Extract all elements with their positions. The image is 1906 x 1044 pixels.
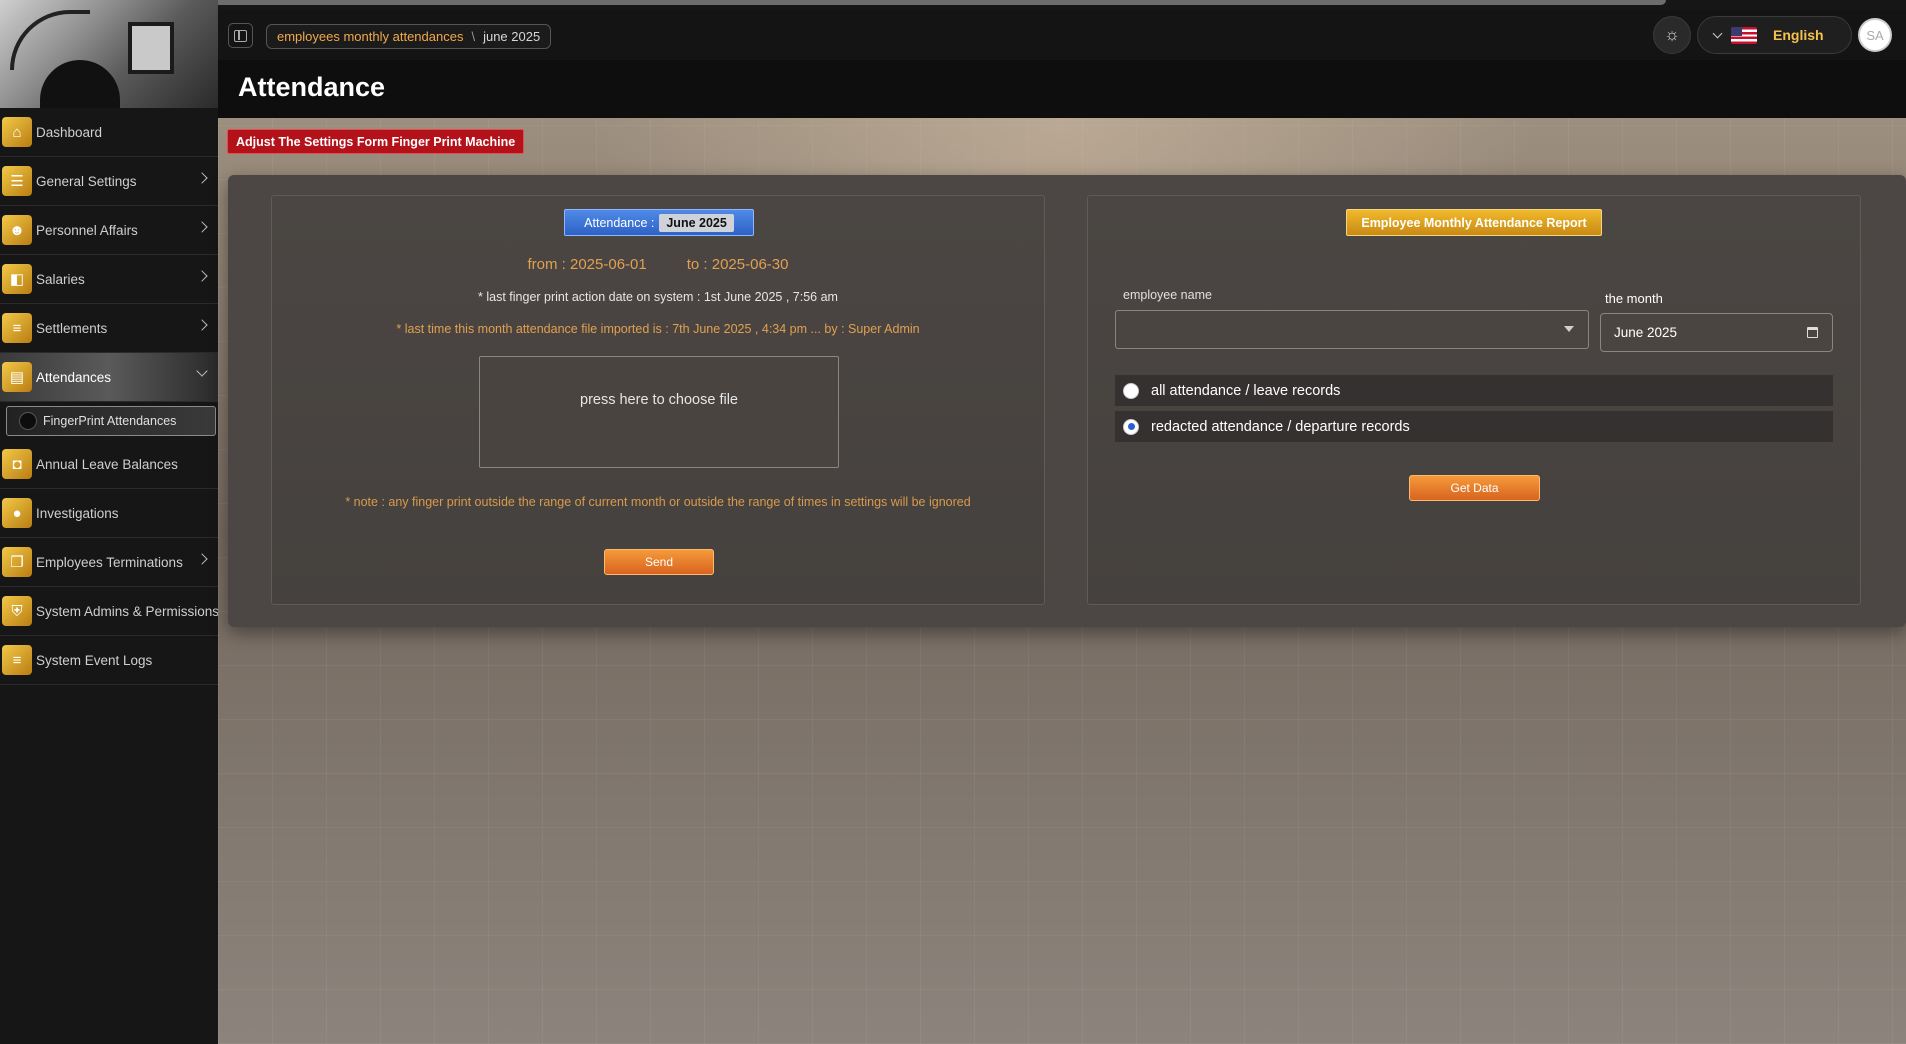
list-icon: ≡ bbox=[2, 645, 32, 675]
page-title: Attendance bbox=[238, 72, 386, 102]
radio-button[interactable] bbox=[1123, 382, 1139, 399]
last-action-info: * last finger print action date on syste… bbox=[478, 290, 838, 304]
breadcrumb: employees monthly attendances \ june 202… bbox=[266, 24, 552, 49]
topbar-actions: ☼ English SA bbox=[1653, 16, 1892, 54]
breadcrumb-separator: \ bbox=[471, 29, 476, 44]
radio-label: all attendance / leave records bbox=[1151, 382, 1341, 399]
employee-name-select[interactable] bbox=[1115, 310, 1589, 349]
sidebar-nav: ⌂ Dashboard ☰ General Settings ☻ Personn… bbox=[0, 108, 220, 685]
sidebar-item-label: Attendances bbox=[36, 369, 112, 385]
chevron-right-icon bbox=[196, 270, 208, 282]
sidebar-item-system-event-logs[interactable]: ≡ System Event Logs bbox=[0, 636, 218, 685]
chevron-down-icon bbox=[196, 365, 208, 377]
sidebar-item-general-settings[interactable]: ☰ General Settings bbox=[0, 157, 218, 206]
home-icon: ⌂ bbox=[2, 117, 32, 147]
sidebar-item-personnel-affairs[interactable]: ☻ Personnel Affairs bbox=[0, 206, 218, 255]
attendance-month-badge: Attendance : June 2025 bbox=[564, 209, 754, 236]
chevron-right-icon bbox=[196, 221, 208, 233]
sidebar-item-dashboard[interactable]: ⌂ Dashboard bbox=[0, 108, 218, 157]
copy-icon: ❐ bbox=[2, 547, 32, 577]
attendance-badge-month: June 2025 bbox=[659, 213, 734, 232]
sidebar-item-label: Personnel Affairs bbox=[36, 222, 138, 238]
sidebar-item-employees-terminations[interactable]: ❐ Employees Terminations bbox=[0, 538, 218, 587]
caret-down-icon bbox=[1564, 326, 1574, 332]
language-label: English bbox=[1773, 27, 1824, 43]
bag-icon: ◘ bbox=[2, 449, 32, 479]
attendance-badge-label: Attendance : bbox=[584, 215, 655, 230]
sidebar-subitem-label: FingerPrint Attendances bbox=[43, 414, 177, 428]
report-title-badge: Employee Monthly Attendance Report bbox=[1346, 209, 1602, 236]
us-flag-icon bbox=[1731, 26, 1757, 44]
sidebar-toggle-button[interactable] bbox=[228, 23, 253, 48]
topbar: employees monthly attendances \ june 202… bbox=[218, 10, 1906, 60]
chevron-right-icon bbox=[196, 319, 208, 331]
money-icon: ◧ bbox=[2, 264, 32, 294]
dot-icon bbox=[19, 412, 37, 430]
sidebar-item-label: Settlements bbox=[36, 320, 108, 336]
monthly-report-card: Employee Monthly Attendance Report emplo… bbox=[1087, 195, 1861, 605]
sidebar-subitem-fingerprint-attendances[interactable]: FingerPrint Attendances bbox=[6, 406, 216, 436]
sidebar-item-label: System Event Logs bbox=[36, 652, 153, 668]
month-value: June 2025 bbox=[1614, 325, 1678, 340]
month-input[interactable]: June 2025 bbox=[1600, 313, 1833, 352]
sidebar-item-label: Salaries bbox=[36, 271, 85, 287]
date-range: from : 2025-06-01 to : 2025-06-30 bbox=[272, 256, 1044, 273]
breadcrumb-current: june 2025 bbox=[483, 29, 541, 44]
date-to: to : 2025-06-30 bbox=[686, 256, 789, 273]
radio-label: redacted attendance / departure records bbox=[1151, 418, 1410, 435]
sidebar-item-label: System Admins & Permissions bbox=[36, 603, 220, 619]
radio-button-checked[interactable] bbox=[1123, 418, 1139, 435]
logo-frame-shape bbox=[128, 22, 174, 74]
sidebar-item-label: Investigations bbox=[36, 505, 119, 521]
sliders-icon: ☰ bbox=[2, 166, 32, 196]
top-edge-bar bbox=[110, 0, 1666, 5]
date-from: from : 2025-06-01 bbox=[527, 256, 647, 273]
sidebar-item-label: Annual Leave Balances bbox=[36, 456, 178, 472]
settings-warning-badge[interactable]: Adjust The Settings Form Finger Print Ma… bbox=[227, 129, 525, 154]
circle-icon: ● bbox=[2, 498, 32, 528]
sidebar-item-label: General Settings bbox=[36, 173, 137, 189]
sidebar-item-investigations[interactable]: ● Investigations bbox=[0, 489, 218, 538]
file-chooser[interactable]: press here to choose file bbox=[479, 356, 839, 468]
radio-all-records[interactable]: all attendance / leave records bbox=[1115, 375, 1833, 406]
calendar-icon[interactable] bbox=[1807, 327, 1818, 338]
users-icon: ☻ bbox=[2, 215, 32, 245]
sidebar-item-annual-leave-balances[interactable]: ◘ Annual Leave Balances bbox=[0, 440, 218, 489]
get-data-button[interactable]: Get Data bbox=[1409, 475, 1540, 501]
sidebar-item-settlements[interactable]: ≡ Settlements bbox=[0, 304, 218, 353]
sidebar: ⌂ Dashboard ☰ General Settings ☻ Personn… bbox=[0, 0, 220, 1044]
month-label: the month bbox=[1605, 291, 1663, 306]
range-note: * note : any finger print outside the ra… bbox=[345, 495, 971, 509]
sidebar-logo bbox=[0, 0, 218, 108]
sidebar-toggle-icon bbox=[234, 29, 247, 42]
theme-toggle-button[interactable]: ☼ bbox=[1653, 16, 1691, 54]
chevron-down-icon bbox=[1712, 28, 1723, 38]
chevron-right-icon bbox=[196, 172, 208, 184]
chevron-right-icon bbox=[196, 553, 208, 565]
breadcrumb-link[interactable]: employees monthly attendances bbox=[277, 29, 463, 44]
last-import-info: * last time this month attendance file i… bbox=[396, 322, 920, 336]
sun-icon: ☼ bbox=[1664, 25, 1680, 44]
sidebar-item-label: Dashboard bbox=[36, 124, 103, 140]
list-icon: ≡ bbox=[2, 313, 32, 343]
fingerprint-import-card: Attendance : June 2025 from : 2025-06-01… bbox=[271, 195, 1045, 605]
sidebar-item-attendances[interactable]: ▤ Attendances bbox=[0, 353, 218, 402]
radio-redacted-records[interactable]: redacted attendance / departure records bbox=[1115, 411, 1833, 442]
sidebar-item-salaries[interactable]: ◧ Salaries bbox=[0, 255, 218, 304]
sidebar-item-system-admins[interactable]: ⛨ System Admins & Permissions bbox=[0, 587, 220, 636]
shield-icon: ⛨ bbox=[2, 596, 32, 626]
send-button[interactable]: Send bbox=[604, 549, 714, 575]
calendar-icon: ▤ bbox=[2, 362, 32, 392]
user-avatar[interactable]: SA bbox=[1858, 18, 1892, 52]
employee-name-label: employee name bbox=[1123, 288, 1212, 302]
page-header: Attendance bbox=[218, 60, 1906, 118]
sidebar-item-label: Employees Terminations bbox=[36, 554, 183, 570]
language-selector[interactable]: English bbox=[1697, 16, 1852, 54]
